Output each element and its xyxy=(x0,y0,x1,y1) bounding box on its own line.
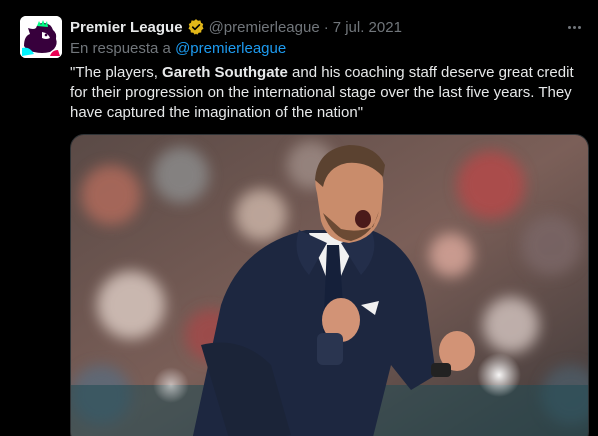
celebrating-manager-photo xyxy=(71,135,588,436)
tweet-photo[interactable] xyxy=(70,134,589,436)
tweet[interactable]: Premier League @premierleague · 7 jul. 2… xyxy=(0,0,598,436)
tweet-date[interactable]: 7 jul. 2021 xyxy=(333,19,402,36)
reply-prefix: En respuesta a xyxy=(70,40,171,57)
premier-league-lion-logo-icon xyxy=(20,16,62,58)
dot-separator: · xyxy=(323,18,329,36)
tweet-text-part1: "The players, xyxy=(70,64,163,81)
tweet-text: "The players, Gareth Southgate and his c… xyxy=(70,63,590,123)
more-options-icon[interactable] xyxy=(562,18,586,36)
reply-mention-link[interactable]: @premierleague xyxy=(175,40,286,57)
tweet-header: Premier League @premierleague · 7 jul. 2… xyxy=(70,17,584,37)
author-handle[interactable]: @premierleague xyxy=(209,19,320,36)
verified-badge-icon[interactable] xyxy=(187,18,205,36)
display-name[interactable]: Premier League xyxy=(70,19,183,36)
avatar[interactable] xyxy=(20,16,62,58)
reply-context: En respuesta a @premierleague xyxy=(70,40,286,57)
tweet-text-bold-name: Gareth Southgate xyxy=(162,64,288,81)
